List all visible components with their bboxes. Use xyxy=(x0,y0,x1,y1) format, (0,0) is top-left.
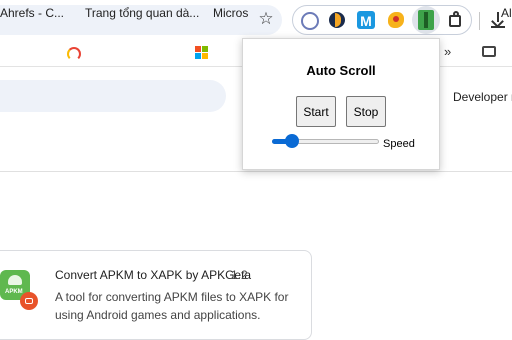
page-divider xyxy=(0,171,512,172)
bookmark-all[interactable]: Al xyxy=(501,5,512,21)
bookmark-trang-tong-quan[interactable]: Trang tổng quan dà... xyxy=(85,5,199,21)
bookmark-microsoft[interactable]: Micros xyxy=(213,5,248,21)
extension-version: 1.2 xyxy=(231,268,248,282)
extensions-puzzle-icon[interactable] xyxy=(446,10,466,30)
start-button[interactable]: Start xyxy=(296,96,336,127)
extensions-area xyxy=(292,5,472,35)
rainbow-icon xyxy=(67,47,81,61)
extension-icon-4[interactable] xyxy=(386,10,406,30)
more-bookmarks-chevron-icon[interactable]: » xyxy=(444,44,451,59)
extension-description: A tool for converting APKM files to XAPK… xyxy=(55,290,289,322)
toolbar-divider xyxy=(479,12,480,30)
developer-mode-label[interactable]: Developer m xyxy=(453,90,512,104)
extension-icon-2[interactable] xyxy=(327,10,347,30)
microsoft-icon xyxy=(195,46,209,60)
bookmark-star-icon[interactable]: ☆ xyxy=(257,10,275,28)
auto-scroll-popup xyxy=(242,38,440,170)
folder-icon xyxy=(482,46,496,57)
popup-title: Auto Scroll xyxy=(306,63,376,78)
bookmark-ahrefs[interactable]: Ahrefs - C... xyxy=(0,5,64,21)
speed-slider-thumb[interactable] xyxy=(285,134,300,148)
stop-button[interactable]: Stop xyxy=(346,96,386,127)
auto-scroll-extension-icon[interactable] xyxy=(418,10,434,30)
app-icon-text: APKM xyxy=(5,289,23,295)
m-extension-icon[interactable]: M xyxy=(357,11,375,29)
convert-badge-icon xyxy=(20,292,38,310)
extension-name: Convert APKM to XAPK by APKGeta xyxy=(55,268,252,282)
android-robot-icon xyxy=(8,275,22,285)
extensions-search-input[interactable] xyxy=(0,80,226,112)
speed-label: Speed xyxy=(383,138,415,150)
extension-icon-1[interactable] xyxy=(299,10,319,30)
